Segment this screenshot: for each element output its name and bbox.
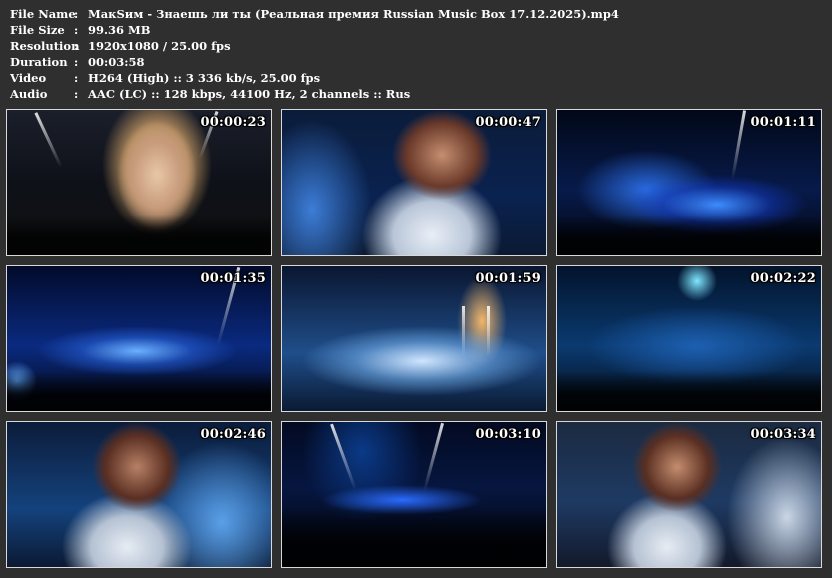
info-value: 99.36 MB [88,23,151,37]
thumbnail-frame: 00:02:46 [6,421,272,568]
thumbnail-frame: 00:03:10 [281,421,547,568]
info-value: 1920x1080 / 25.00 fps [88,39,231,53]
thumbnail-frame: 00:01:59 [281,265,547,412]
info-value: 00:03:58 [88,55,145,69]
thumbnail-frame: 00:02:22 [556,265,822,412]
frame-timestamp: 00:03:10 [475,427,541,442]
info-key: Audio [10,87,48,101]
info-row-video: Video : H264 (High) :: 3 336 kb/s, 25.00… [10,70,619,86]
info-row-file-size: File Size : 99.36 MB [10,22,619,38]
thumbnail-frame: 00:00:47 [281,109,547,256]
info-value: МакSим - Знаешь ли ты (Реальная премия R… [88,7,619,21]
info-key: Video [10,71,47,85]
info-separator: : [74,87,79,101]
frame-timestamp: 00:01:35 [200,271,266,286]
frame-image [282,110,546,255]
info-row-audio: Audio : AAC (LC) :: 128 kbps, 44100 Hz, … [10,86,619,102]
info-separator: : [74,71,79,85]
thumbnail-frame: 00:01:35 [6,265,272,412]
media-info-sheet: File Name : МакSим - Знаешь ли ты (Реаль… [0,0,832,578]
frame-timestamp: 00:03:34 [750,427,816,442]
frame-timestamp: 00:00:23 [200,115,266,130]
info-row-file-name: File Name : МакSим - Знаешь ли ты (Реаль… [10,6,619,22]
thumbnail-frame: 00:03:34 [556,421,822,568]
info-key: Resolution [10,39,80,53]
info-separator: : [74,23,79,37]
frame-timestamp: 00:01:59 [475,271,541,286]
frame-image [282,266,546,411]
info-key: File Size [10,23,65,37]
thumbnail-frame: 00:01:11 [556,109,822,256]
info-key: File Name [10,7,76,21]
info-separator: : [74,7,79,21]
info-row-resolution: Resolution : 1920x1080 / 25.00 fps [10,38,619,54]
info-separator: : [74,55,79,69]
info-key: Duration [10,55,68,69]
info-row-duration: Duration : 00:03:58 [10,54,619,70]
file-info-panel: File Name : МакSим - Знаешь ли ты (Реаль… [10,6,619,102]
frame-image [7,422,271,567]
frame-timestamp: 00:00:47 [475,115,541,130]
info-separator: : [74,39,79,53]
frame-image [557,422,821,567]
thumbnail-frame: 00:00:23 [6,109,272,256]
frame-timestamp: 00:02:46 [200,427,266,442]
info-value: AAC (LC) :: 128 kbps, 44100 Hz, 2 channe… [88,87,411,101]
frame-timestamp: 00:01:11 [750,115,816,130]
info-value: H264 (High) :: 3 336 kb/s, 25.00 fps [88,71,321,85]
frame-timestamp: 00:02:22 [750,271,816,286]
